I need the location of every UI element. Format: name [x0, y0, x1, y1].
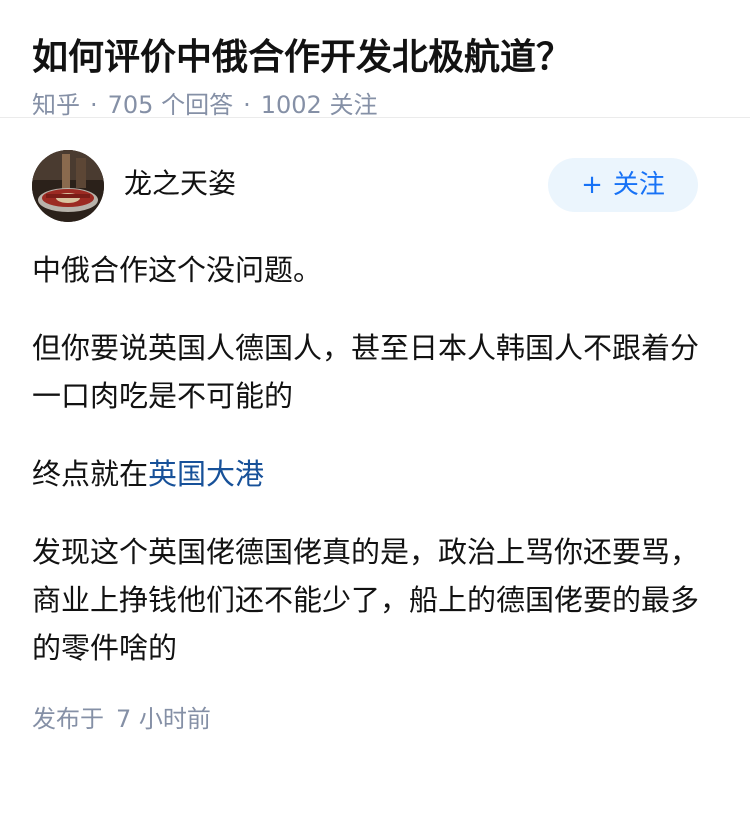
- publish-label: 发布于: [32, 705, 104, 733]
- question-meta: 知乎 · 705 个回答 · 1002 关注: [32, 88, 718, 122]
- paragraph-1: 中俄合作这个没问题。: [32, 253, 323, 287]
- meta-separator: ·: [90, 91, 98, 119]
- location-link[interactable]: 英国大港: [148, 457, 264, 491]
- paragraph-2: 但你要说英国人德国人，甚至日本人韩国人不跟着分一口肉吃是不可能的: [32, 331, 700, 413]
- paragraph-3: 终点就在英国大港: [32, 450, 718, 498]
- author-name[interactable]: 龙之天姿: [124, 164, 236, 204]
- answer-count[interactable]: 705: [108, 91, 154, 119]
- answer-card: 龙之天姿 + 关注 中俄合作这个没问题。 但你要说英国人德国人，甚至日本人韩国人不…: [0, 150, 750, 736]
- author-row: 龙之天姿 + 关注: [32, 150, 718, 224]
- paragraph-3-text: 终点就在: [32, 457, 149, 491]
- plus-icon: +: [581, 170, 603, 200]
- question-title[interactable]: 如何评价中俄合作开发北极航道？: [32, 32, 718, 84]
- avatar-image: [32, 150, 104, 222]
- source-label[interactable]: 知乎: [32, 91, 80, 119]
- publish-time: 发布于 7 小时前: [32, 702, 718, 736]
- avatar[interactable]: [32, 150, 104, 222]
- answer-count-label[interactable]: 个回答: [161, 91, 233, 119]
- question-header: 如何评价中俄合作开发北极航道？ 知乎 · 705 个回答 · 1002 关注: [0, 0, 750, 119]
- answer-content: 中俄合作这个没问题。 但你要说英国人德国人，甚至日本人韩国人不跟着分一口肉吃是不…: [32, 246, 718, 672]
- follow-label: 关注: [612, 170, 665, 200]
- follower-count[interactable]: 1002: [261, 91, 322, 119]
- meta-separator: ·: [243, 91, 251, 119]
- follower-count-label[interactable]: 关注: [329, 91, 377, 119]
- follow-button[interactable]: + 关注: [548, 158, 698, 212]
- publish-time-value: 7 小时前: [116, 705, 211, 733]
- paragraph-4: 发现这个英国佬德国佬真的是，政治上骂你还要骂，商业上挣钱他们还不能少了，船上的德…: [32, 535, 700, 665]
